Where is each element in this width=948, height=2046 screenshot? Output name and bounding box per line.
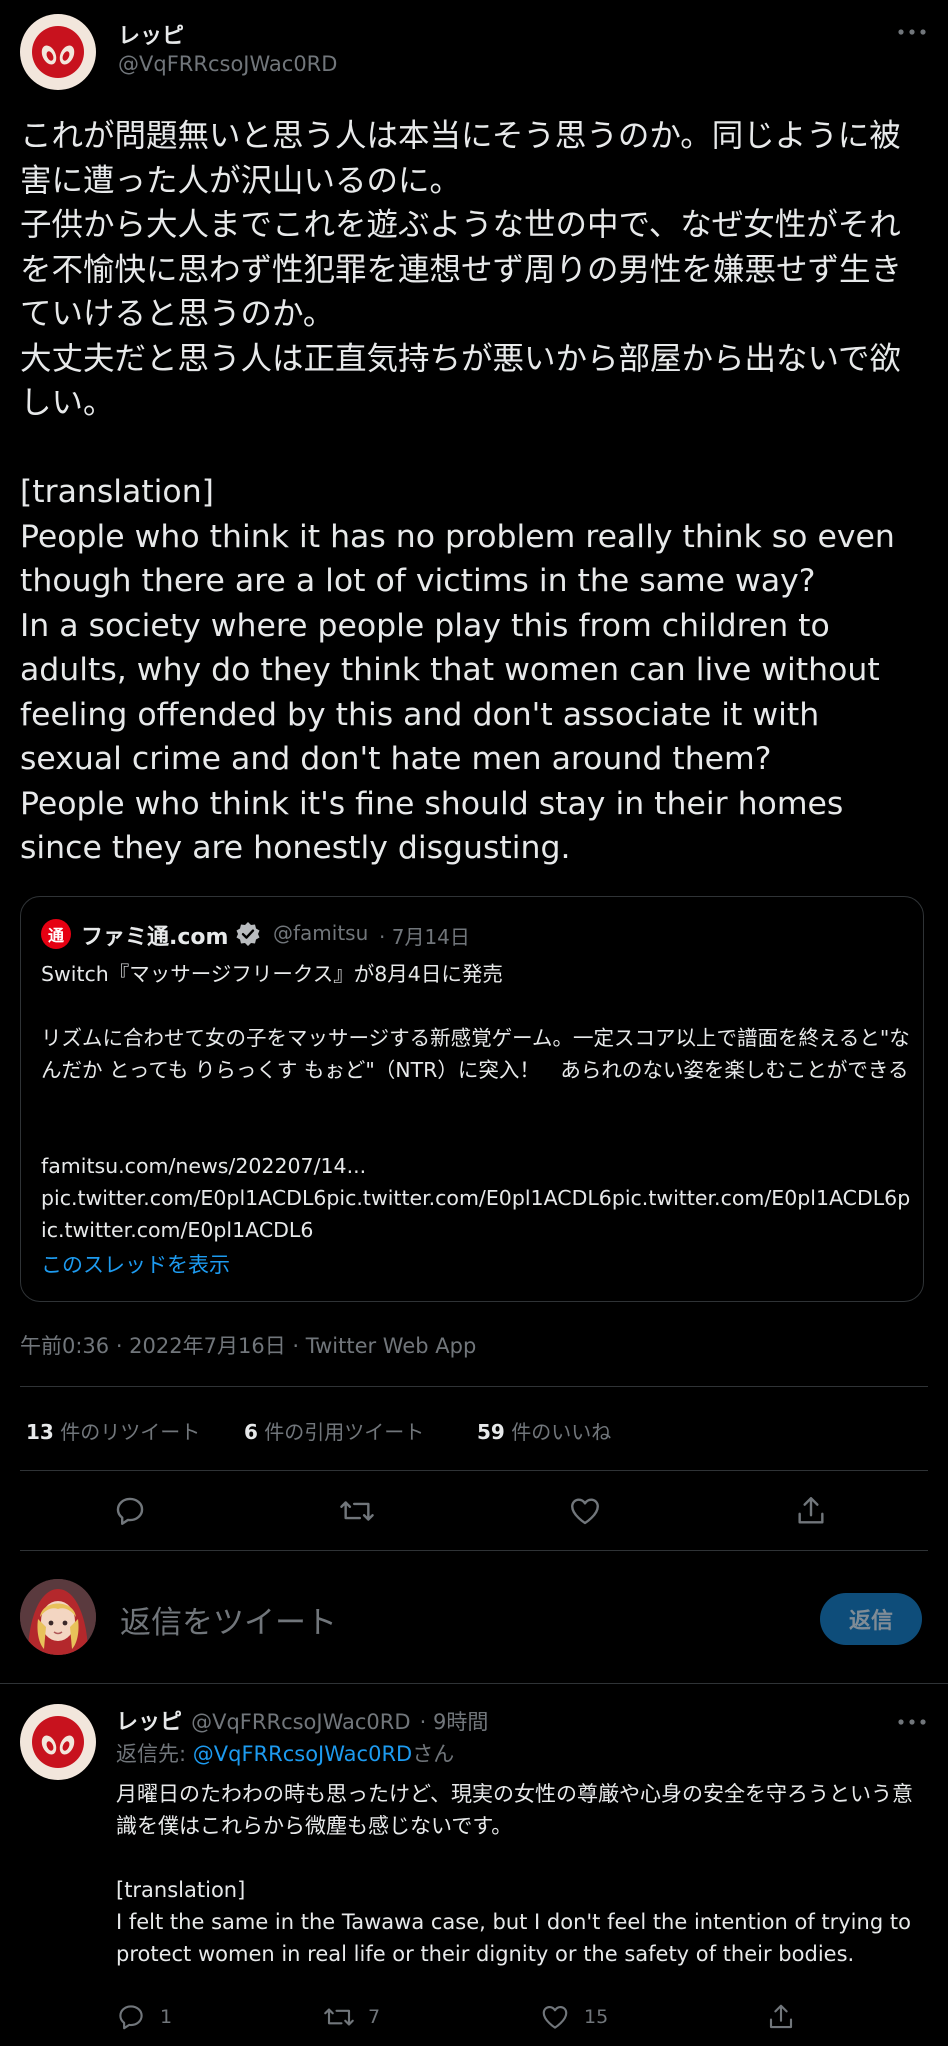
action-bar bbox=[0, 1484, 948, 1540]
reply-text: 月曜日のたわわの時も思ったけど、現実の女性の尊厳や心身の安全を守ろうという意識を… bbox=[116, 1782, 913, 1966]
reply-count: 1 bbox=[160, 2006, 173, 2028]
likes-count: 59 bbox=[477, 1420, 505, 1444]
compose-reply: 返信をツイート 返信 bbox=[0, 1551, 948, 1683]
quotes-count: 6 bbox=[244, 1420, 258, 1444]
show-thread-link[interactable]: このスレッドを表示 bbox=[41, 1249, 230, 1279]
reply-tweet[interactable]: レッピ @VqFRRcsoJWac0RD · 9時間 返信先: @VqFRRcs… bbox=[0, 1684, 948, 2046]
reply-time[interactable]: · 9時間 bbox=[420, 1710, 489, 1734]
reply-more-options-icon[interactable] bbox=[892, 1712, 932, 1732]
retweet-count: 7 bbox=[368, 2006, 381, 2028]
quoted-author-handle[interactable]: @famitsu bbox=[273, 921, 368, 945]
reply-icon[interactable] bbox=[113, 1494, 147, 1528]
quoted-tweet-card[interactable]: 通 ファミ通.com @famitsu · 7月14日 Switch『マッサージ… bbox=[20, 896, 924, 1302]
current-user-avatar[interactable] bbox=[20, 1579, 96, 1655]
reply-header: レッピ @VqFRRcsoJWac0RD · 9時間 bbox=[116, 1704, 488, 1736]
quotes-stat[interactable]: 6 件の引用ツイート bbox=[244, 1416, 424, 1445]
main-tweet-text: これが問題無いと思う人は本当にそう思うのか。同じように被害に遭った人が沢山いるの… bbox=[20, 118, 903, 866]
reply-author-handle[interactable]: @VqFRRcsoJWac0RD bbox=[191, 1710, 410, 1734]
reply-like-button[interactable]: 15 bbox=[540, 2002, 608, 2032]
retweets-stat[interactable]: 13 件のリツイート bbox=[26, 1416, 200, 1445]
retweets-label: 件のリツイート bbox=[60, 1420, 201, 1444]
quoted-date[interactable]: · 7月14日 bbox=[379, 921, 470, 950]
quoted-text-line1: Switch『マッサージフリークス』が8月4日に発売 bbox=[41, 962, 503, 986]
likes-stat[interactable]: 59 件のいいね bbox=[477, 1416, 611, 1445]
reply-retweet-button[interactable]: 7 bbox=[322, 2002, 380, 2032]
like-icon bbox=[540, 2002, 570, 2032]
main-author-name[interactable]: レッピ bbox=[118, 18, 184, 50]
reply-author-avatar[interactable] bbox=[20, 1704, 96, 1780]
quoted-text-links: famitsu.com/news/202207/14... pic.twitte… bbox=[41, 1154, 911, 1242]
famitsu-logo-icon: 通 bbox=[41, 919, 71, 949]
tweet-timestamp[interactable]: 午前0:36 · 2022年7月16日 · Twitter Web App bbox=[20, 1330, 476, 1360]
share-icon bbox=[766, 2002, 796, 2032]
retweet-icon bbox=[322, 2002, 356, 2032]
replying-to-handle[interactable]: @VqFRRcsoJWac0RD bbox=[193, 1742, 412, 1766]
main-author-avatar[interactable] bbox=[20, 14, 96, 90]
retweets-count: 13 bbox=[26, 1420, 54, 1444]
retweet-icon[interactable] bbox=[338, 1494, 376, 1528]
reply-action-bar: 1 7 15 bbox=[0, 2002, 948, 2042]
reply-input[interactable]: 返信をツイート bbox=[120, 1597, 337, 1642]
divider bbox=[20, 1470, 928, 1471]
reply-icon bbox=[116, 2002, 146, 2032]
reply-submit-button[interactable]: 返信 bbox=[820, 1593, 922, 1645]
likes-label: 件のいいね bbox=[511, 1420, 612, 1444]
share-icon[interactable] bbox=[794, 1494, 828, 1528]
verified-badge-icon bbox=[235, 921, 261, 947]
divider bbox=[20, 1386, 928, 1387]
reply-share-button[interactable] bbox=[766, 2002, 796, 2036]
main-author-handle[interactable]: @VqFRRcsoJWac0RD bbox=[118, 52, 337, 76]
reply-reply-button[interactable]: 1 bbox=[116, 2002, 172, 2032]
quoted-author-name[interactable]: ファミ通.com bbox=[81, 919, 228, 951]
replying-to: 返信先: @VqFRRcsoJWac0RDさん bbox=[116, 1738, 454, 1768]
reply-author-name[interactable]: レッピ bbox=[116, 1710, 182, 1735]
like-count: 15 bbox=[584, 2006, 609, 2028]
more-options-icon[interactable] bbox=[892, 22, 932, 42]
like-icon[interactable] bbox=[568, 1494, 602, 1528]
quoted-text-body: リズムに合わせて女の子をマッサージする新感覚ゲーム。一定スコア以上で譜面を終える… bbox=[41, 1026, 910, 1082]
replying-to-prefix: 返信先: bbox=[116, 1742, 193, 1766]
quotes-label: 件の引用ツイート bbox=[264, 1420, 425, 1444]
replying-to-suffix: さん bbox=[412, 1742, 455, 1766]
